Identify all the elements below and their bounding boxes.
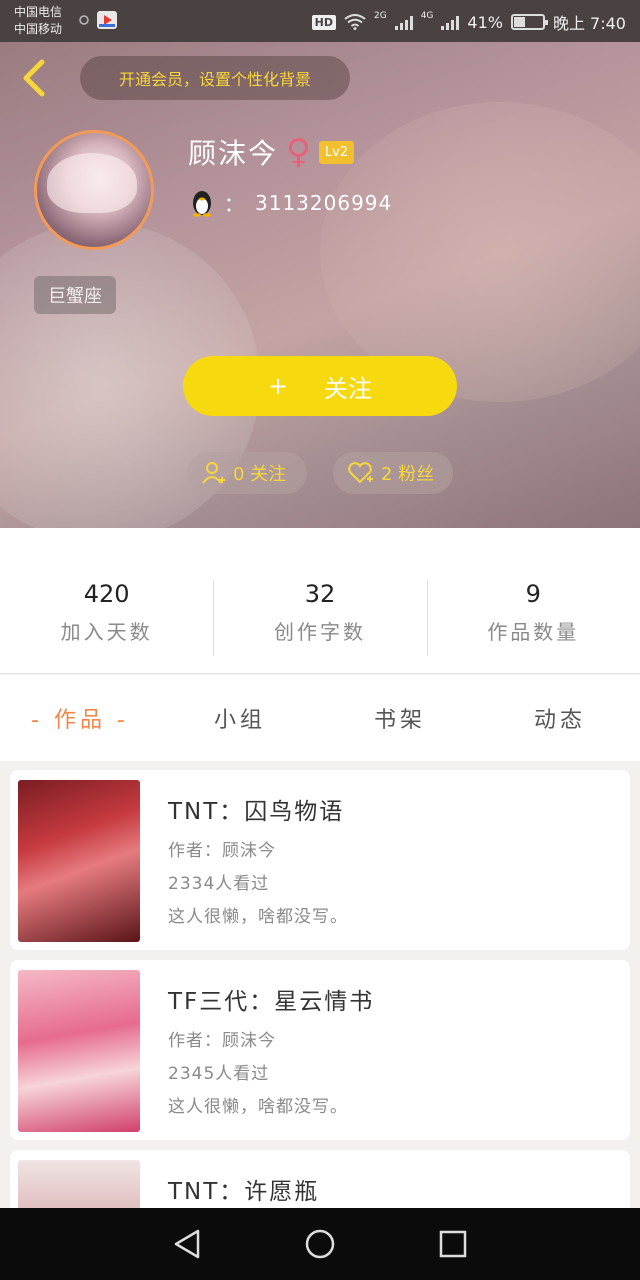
stats-row: 420 加入天数 32 创作字数 9 作品数量 — [0, 528, 640, 674]
work-cover-image — [18, 970, 140, 1132]
works-list: TNT：囚鸟物语 作者：顾沫今 2334人看过 这人很懒，啥都没写。 TF三代：… — [0, 760, 640, 1210]
username: 顾沫今 — [188, 137, 279, 170]
fans-count[interactable]: 2 粉丝 — [333, 452, 453, 494]
hd-icon: HD — [311, 14, 336, 30]
qq-row: ： 3113206994 — [190, 188, 392, 217]
following-label: 0 关注 — [233, 464, 287, 485]
following-count[interactable]: 0 关注 — [187, 452, 307, 494]
stat-label: 作品数量 — [487, 620, 580, 644]
female-icon: ♀ — [286, 132, 311, 172]
status-bar: 中国电信 中国移动 HD 2G 4G 41% 晚上 7:40 — [0, 0, 640, 42]
stat-value: 32 — [304, 580, 336, 608]
stat-value: 420 — [83, 580, 130, 608]
signal-2-label: 4G — [420, 11, 434, 21]
plus-icon: + — [267, 372, 289, 400]
carrier-info: 中国电信 中国移动 — [14, 4, 62, 38]
follow-label: 关注 — [324, 374, 373, 403]
work-views: 2345人看过 — [168, 1064, 270, 1084]
battery-fill — [513, 17, 526, 27]
user-add-icon — [202, 462, 225, 484]
status-right: HD 2G 4G 41% 晚上 7:40 — [311, 10, 626, 34]
work-author: 作者：顾沫今 — [168, 1031, 276, 1051]
work-title: TNT：囚鸟物语 — [168, 799, 345, 825]
tab-bookshelf[interactable]: 书架 — [320, 702, 480, 734]
avatar[interactable] — [34, 130, 154, 250]
back-arrow-icon — [23, 59, 45, 97]
triangle-back-icon — [174, 1229, 199, 1259]
back-button[interactable] — [18, 58, 50, 98]
nav-home-button[interactable] — [300, 1224, 340, 1264]
carrier-1: 中国电信 — [14, 5, 63, 19]
nav-recents-button[interactable] — [433, 1224, 473, 1264]
heart-add-icon — [348, 462, 373, 484]
work-title: TNT：许愿瓶 — [168, 1179, 320, 1205]
square-recents-icon — [440, 1230, 467, 1258]
qq-label: ： — [224, 192, 245, 216]
fans-label: 2 粉丝 — [381, 464, 435, 485]
stat-join-days: 420 加入天数 — [0, 580, 213, 673]
clock: 晚上 7:40 — [552, 14, 626, 33]
tab-groups[interactable]: 小组 — [160, 702, 320, 734]
work-card[interactable]: TNT：囚鸟物语 作者：顾沫今 2334人看过 这人很懒，啥都没写。 — [10, 770, 630, 950]
work-description: 这人很懒，啥都没写。 — [168, 1097, 348, 1117]
work-title: TF三代：星云情书 — [168, 989, 375, 1015]
sync-icon — [79, 15, 89, 25]
profile-header: 开通会员，设置个性化背景 巨蟹座 顾沫今 ♀ Lv2 ： 3113206994 … — [0, 42, 640, 528]
zodiac-badge: 巨蟹座 — [34, 276, 116, 314]
signal-1-label: 2G — [374, 11, 387, 21]
stat-value: 9 — [525, 580, 541, 608]
qq-number: 3113206994 — [255, 190, 393, 215]
video-app-icon — [97, 11, 117, 29]
stat-word-count: 32 创作字数 — [213, 580, 426, 673]
work-views: 2334人看过 — [168, 874, 270, 894]
wifi-icon — [344, 14, 366, 30]
work-description: 这人很懒，啥都没写。 — [168, 907, 348, 927]
work-cover-image — [18, 780, 140, 942]
tab-activity[interactable]: 动态 — [480, 702, 640, 734]
stat-label: 创作字数 — [273, 620, 366, 644]
profile-tabs: - 作品 - 小组 书架 动态 — [0, 675, 640, 761]
tab-works[interactable]: - 作品 - — [0, 702, 160, 734]
follow-button[interactable]: + 关注 — [183, 356, 457, 416]
vip-banner[interactable]: 开通会员，设置个性化背景 — [80, 56, 350, 100]
work-author: 作者：顾沫今 — [168, 841, 276, 861]
level-badge: Lv2 — [318, 140, 355, 164]
carrier-2: 中国移动 — [14, 22, 63, 36]
battery-icon — [510, 14, 548, 30]
qq-penguin-icon — [193, 190, 211, 217]
work-card[interactable]: TF三代：星云情书 作者：顾沫今 2345人看过 这人很懒，啥都没写。 — [10, 960, 630, 1140]
work-cover-image — [18, 1160, 140, 1210]
work-card[interactable]: TNT：许愿瓶 — [10, 1150, 630, 1210]
system-nav-bar — [0, 1208, 640, 1280]
name-row: 顾沫今 ♀ Lv2 — [188, 132, 355, 172]
stat-label: 加入天数 — [60, 620, 153, 644]
nav-back-button[interactable] — [167, 1224, 207, 1264]
battery-percent: 41% — [467, 12, 503, 32]
notification-icons — [78, 10, 118, 30]
circle-home-icon — [305, 1229, 335, 1259]
signal-1-icon — [394, 14, 413, 30]
avatar-image — [47, 153, 137, 213]
stat-works-count: 9 作品数量 — [426, 580, 640, 673]
signal-2-icon — [441, 14, 460, 30]
